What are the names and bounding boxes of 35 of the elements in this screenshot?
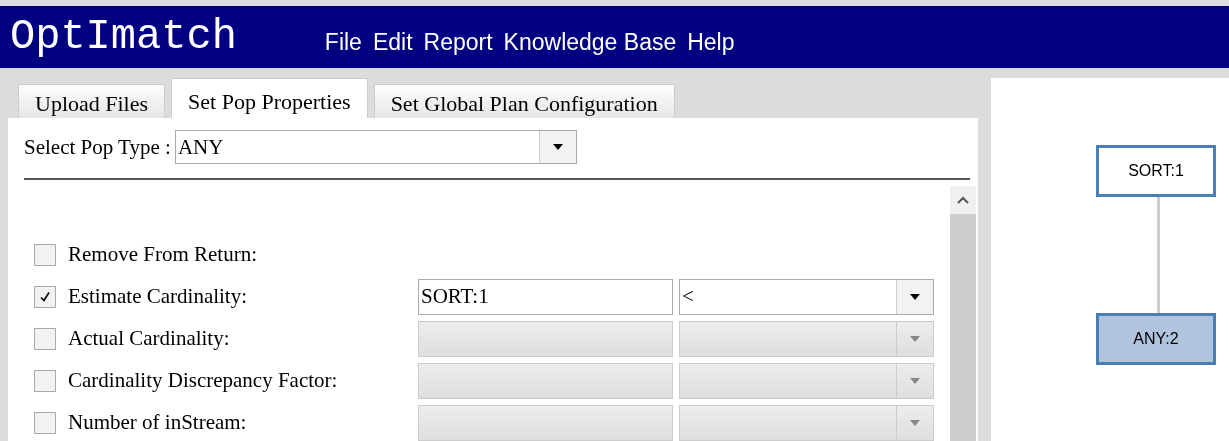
checkbox[interactable] xyxy=(34,369,56,392)
checkbox[interactable] xyxy=(34,411,56,434)
checkbox[interactable] xyxy=(34,243,56,266)
check-icon xyxy=(39,290,51,303)
checkbox[interactable] xyxy=(34,285,56,308)
pop-type-dropdown[interactable]: ANY xyxy=(174,130,577,164)
caret-icon xyxy=(910,335,920,342)
property-label: Remove From Return: xyxy=(68,242,258,267)
app-logo: OptImatch xyxy=(10,13,237,61)
caret-icon xyxy=(910,377,920,384)
tab[interactable]: Set Global Plan Configuration xyxy=(373,84,675,118)
operator-dropdown[interactable] xyxy=(679,404,934,441)
tab[interactable]: Set Pop Properties xyxy=(171,78,368,118)
menu-item[interactable]: File xyxy=(324,28,362,56)
plan-node[interactable]: SORT:1 xyxy=(1096,145,1216,197)
property-label: Cardinality Discrepancy Factor: xyxy=(68,368,339,393)
scroll-up-icon[interactable] xyxy=(957,196,969,204)
caret-icon xyxy=(910,293,920,300)
property-label: Number of inStream: xyxy=(68,410,248,435)
checkbox[interactable] xyxy=(34,327,56,350)
menu-item[interactable]: Report xyxy=(423,28,493,56)
caret-icon xyxy=(910,419,920,426)
menu-item[interactable]: Help xyxy=(687,28,735,56)
plan-node[interactable]: ANY:2 xyxy=(1096,313,1216,365)
operator-dropdown[interactable] xyxy=(679,362,934,399)
tab[interactable]: Upload Files xyxy=(18,84,166,118)
menu-item[interactable]: Edit xyxy=(372,28,413,56)
operator-dropdown[interactable] xyxy=(679,320,934,357)
caret-icon xyxy=(552,144,563,150)
value-field[interactable]: SORT:1 xyxy=(418,278,673,315)
menu-item[interactable]: Knowledge Base xyxy=(503,28,677,56)
pop-type-label: Select Pop Type : xyxy=(24,134,171,160)
operator-dropdown[interactable]: < xyxy=(679,278,934,315)
property-label: Actual Cardinality: xyxy=(68,326,231,351)
property-label: Estimate Cardinality: xyxy=(68,284,249,309)
